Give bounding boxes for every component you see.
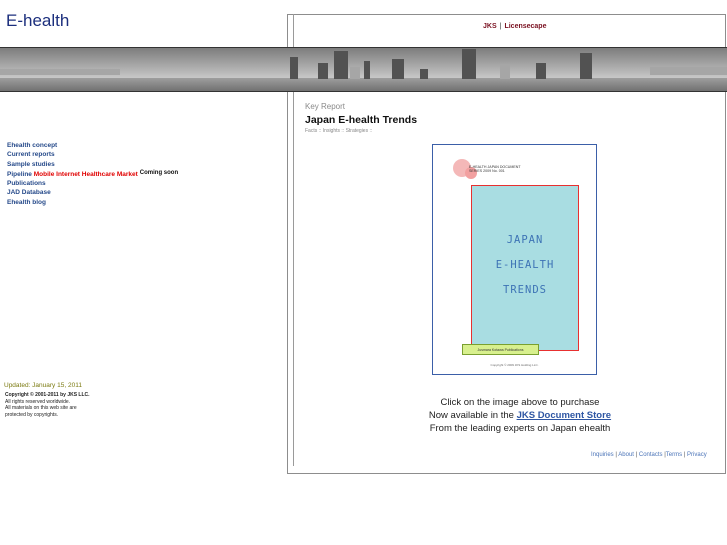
footer-links: Inquiries | About | Contacts |Terms | Pr… — [591, 452, 707, 458]
footer-link-inquiries[interactable]: Inquiries — [591, 452, 614, 458]
footer-link-contacts[interactable]: Contacts — [639, 452, 663, 458]
footer-link-privacy[interactable]: Privacy — [687, 452, 707, 458]
copyright-line-1: Copyright © 2001-2011 by JKS LLC. — [5, 392, 90, 398]
footer-link-terms[interactable]: Terms — [666, 452, 682, 458]
cta-line-2: Now available in the JKS Document Store — [370, 409, 670, 422]
cover-title-line-3: TRENDS — [503, 284, 547, 296]
footer-separator: | — [635, 452, 638, 458]
pipeline-highlight-link[interactable]: Mobile Internet Healthcare Market — [34, 171, 138, 178]
updated-date: Updated: January 15, 2011 — [4, 382, 82, 389]
copyright-line-2: All rights reserved worldwide. — [5, 398, 71, 405]
copyright-notice: Copyright © 2001-2011 by JKS LLC. All ri… — [5, 392, 90, 418]
cta-line-1: Click on the image above to purchase — [440, 397, 600, 408]
cover-header: E-HEALTH JAPAN DOCUMENT SERIES 2009 No. … — [469, 165, 521, 173]
report-subtitle: Facts :: Insights :: Strategies :: — [305, 128, 373, 134]
sidebar-item-sample-studies[interactable]: Sample studies — [7, 160, 178, 169]
document-store-link[interactable]: JKS Document Store — [517, 410, 612, 421]
cover-title-line-1: JAPAN — [506, 234, 544, 246]
sidebar-item-ehealth-blog[interactable]: Ehealth blog — [7, 198, 178, 207]
cover-header-line-2: SERIES 2009 No. 001 — [469, 169, 505, 173]
toplink-jks[interactable]: JKS — [483, 23, 497, 30]
cover-title-box: JAPAN E-HEALTH TRENDS — [471, 185, 579, 351]
footer-separator: | — [615, 452, 617, 458]
footer-link-about[interactable]: About — [618, 452, 634, 458]
cover-title-line-2: E-HEALTH — [495, 259, 555, 271]
copyright-line-3: All materials on this web site are — [5, 405, 77, 412]
sidebar-item-publications[interactable]: Publications — [7, 179, 178, 188]
cta-line-2-prefix: Now available in the — [428, 410, 517, 422]
toplink-licensecape[interactable]: Licensecape — [504, 23, 546, 30]
section-label: Key Report — [305, 102, 346, 111]
site-title[interactable]: E-health — [6, 11, 69, 31]
cta-line-3: From the leading experts on Japan ehealt… — [429, 423, 611, 435]
report-title: Japan E-health Trends — [305, 114, 418, 126]
top-links: JKS | Licensecape — [483, 23, 546, 30]
sidebar-nav: Ehealth concept Current reports Sample s… — [7, 141, 178, 207]
sidebar-item-pipeline-row: Pipeline Mobile Internet Healthcare Mark… — [7, 169, 178, 179]
copyright-line-4: protected by copyrights. — [5, 411, 59, 418]
sidebar-item-current-reports[interactable]: Current reports — [7, 150, 178, 159]
cover-publisher-tag: Jusmara Kotawa Publications — [462, 344, 539, 355]
toplink-separator: | — [499, 23, 502, 30]
cover-title-text: JAPAN E-HEALTH TRENDS — [472, 228, 578, 303]
sidebar-item-jad-database[interactable]: JAD Database — [7, 188, 178, 197]
sidebar-item-pipeline[interactable]: Pipeline — [7, 171, 32, 178]
footer-separator: | — [683, 452, 686, 458]
sidebar-item-ehealth-concept[interactable]: Ehealth concept — [7, 141, 178, 150]
report-cover-image[interactable]: E-HEALTH JAPAN DOCUMENT SERIES 2009 No. … — [432, 144, 597, 375]
cover-footer: Copyright © 2009 JKS Holding LLC. — [490, 363, 539, 367]
coming-soon-note: Coming soon — [139, 169, 179, 176]
purchase-info: Click on the image above to purchase Now… — [370, 396, 670, 436]
skyline-banner — [0, 47, 727, 92]
